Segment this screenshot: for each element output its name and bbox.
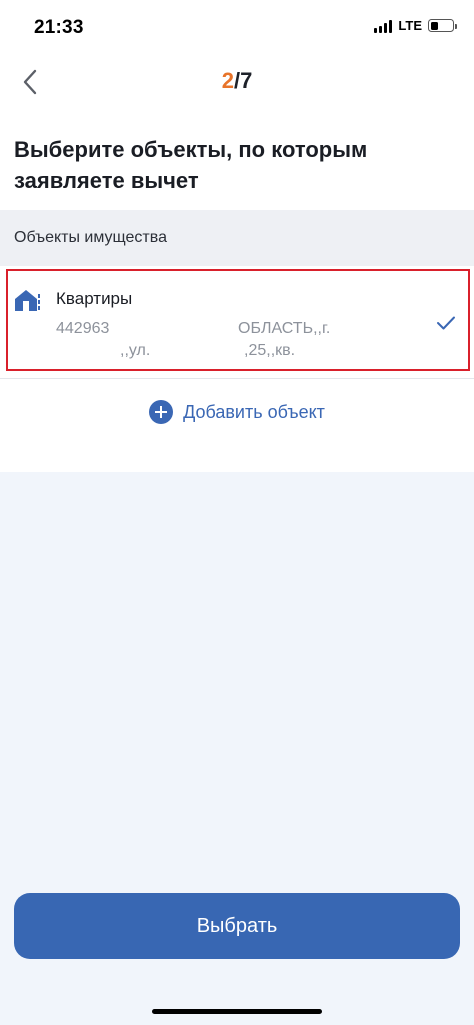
step-current: 2	[221, 68, 234, 93]
home-indicator	[152, 1009, 322, 1014]
status-time: 21:33	[34, 17, 84, 38]
network-type: LTE	[398, 18, 422, 33]
address-line-1-right: ОБЛАСТЬ,,г.	[238, 320, 331, 337]
nav-bar: 2/7	[0, 60, 474, 104]
status-bar: 21:33 LTE	[0, 0, 474, 56]
add-object-label: Добавить объект	[183, 401, 325, 422]
divider	[0, 378, 474, 379]
checkmark-icon	[437, 316, 455, 330]
section-header: Объекты имущества	[0, 210, 474, 266]
step-total: 7	[240, 68, 253, 93]
house-icon	[15, 290, 40, 311]
section-header-label: Объекты имущества	[14, 229, 167, 246]
plus-circle-icon	[149, 400, 174, 424]
step-indicator: 2/7	[0, 68, 474, 94]
page-title: Выберите объекты, по которым заявляете в…	[14, 137, 368, 193]
property-item-apartment[interactable]: Квартиры 442963 ОБЛАСТЬ,,г. ,,ул. ,25,,к…	[6, 269, 470, 371]
address-line-2-right: ,25,,кв.	[244, 342, 296, 359]
status-indicators: LTE	[374, 18, 457, 33]
add-object-button[interactable]: Добавить объект	[0, 396, 474, 428]
select-button[interactable]: Выбрать	[14, 893, 460, 959]
property-title: Квартиры	[56, 289, 133, 308]
address-line-2-left: ,,ул.	[120, 342, 151, 359]
address-line-1-left: 442963	[56, 320, 110, 337]
battery-icon	[428, 19, 457, 32]
signal-icon	[374, 19, 393, 33]
